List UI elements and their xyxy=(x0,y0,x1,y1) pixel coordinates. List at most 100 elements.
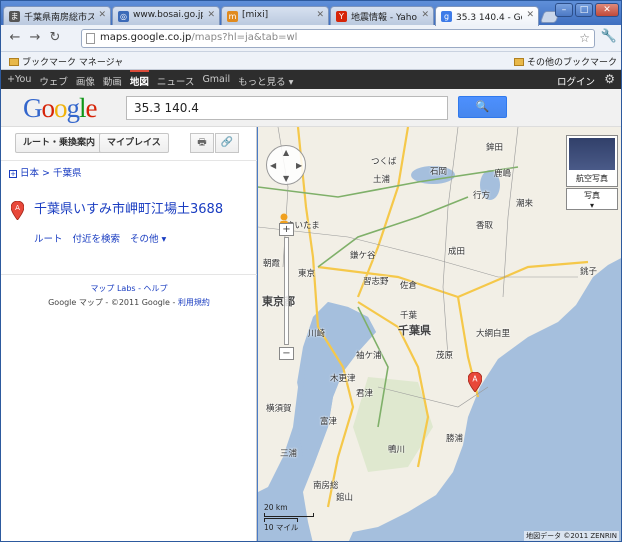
print-icon[interactable]: 🖶 xyxy=(190,133,214,153)
myplaces-button[interactable]: マイプレイス xyxy=(99,133,169,153)
tab-favicon: ま xyxy=(9,11,20,22)
map-label: 銚子 xyxy=(580,267,598,277)
login-link[interactable]: ログイン xyxy=(557,74,595,88)
link-icon[interactable]: 🔗 xyxy=(215,133,239,153)
breadcrumb-chiba[interactable]: 千葉県 xyxy=(53,168,82,179)
gbar-link-3[interactable]: 動画 xyxy=(103,74,122,88)
map-label: 川崎 xyxy=(308,329,326,339)
footer-links[interactable]: マップ Labs - ヘルプ xyxy=(1,283,257,294)
search-input[interactable]: 35.3 140.4 xyxy=(126,96,448,120)
back-arrow-icon[interactable]: ← xyxy=(7,30,23,46)
pan-left-icon[interactable]: ◀ xyxy=(270,161,276,170)
bookmark-manager-label: ブックマーク マネージャ xyxy=(22,58,124,68)
tab-favicon: Y xyxy=(336,11,347,22)
scale-km: 20 km xyxy=(264,503,288,512)
map-label: 館山 xyxy=(336,493,354,503)
forward-arrow-icon[interactable]: → xyxy=(27,30,43,46)
pan-control[interactable]: ▲ ◀ ▶ ▼ xyxy=(266,145,306,185)
tab-label: www.bosai.go.jp/press xyxy=(133,10,203,20)
url-host: maps.google.co.jp xyxy=(100,32,192,43)
close-icon[interactable]: ✕ xyxy=(207,10,215,20)
photo-button[interactable]: 写真 ▾ xyxy=(566,188,618,210)
map-label: 土浦 xyxy=(373,175,391,185)
map-label: 朝霞 xyxy=(263,259,281,269)
search-nearby-link[interactable]: 付近を検索 xyxy=(73,231,121,245)
gbar-link-4[interactable]: 地図 xyxy=(129,70,149,88)
address-bar[interactable]: maps.google.co.jp/maps?hl=ja&tab=wl ☆ xyxy=(81,29,595,48)
browser-window: ま 千葉県南房総市スレ ✕ ◎ www.bosai.go.jp/press ✕ … xyxy=(0,0,622,542)
expand-icon[interactable]: + xyxy=(9,170,17,178)
gbar-link-1[interactable]: ウェブ xyxy=(39,74,68,88)
close-icon[interactable]: ✕ xyxy=(316,10,324,20)
folder-icon xyxy=(513,58,524,66)
reload-icon[interactable]: ↻ xyxy=(47,30,63,46)
more-link[interactable]: その他 ▾ xyxy=(130,231,166,245)
bookmark-star-icon[interactable]: ☆ xyxy=(579,31,590,45)
tab-0[interactable]: ま 千葉県南房総市スレ ✕ xyxy=(3,6,111,26)
gbar-link-7[interactable]: もっと見る ▾ xyxy=(238,74,293,88)
close-icon[interactable]: ✕ xyxy=(98,10,106,20)
pan-up-icon[interactable]: ▲ xyxy=(283,148,289,157)
other-bookmarks-link[interactable]: その他のブックマーク xyxy=(513,55,617,68)
map-marker-icon[interactable]: A xyxy=(468,372,482,392)
gbar-link-0[interactable]: +You xyxy=(7,74,31,88)
browser-toolbar: ← → ↻ maps.google.co.jp/maps?hl=ja&tab=w… xyxy=(1,25,621,52)
gear-icon[interactable]: ⚙ xyxy=(604,72,615,86)
tab-active[interactable]: g 35.3 140.4 - Google マ ✕ xyxy=(435,6,539,26)
close-icon[interactable]: ✕ xyxy=(421,10,429,20)
aerial-button[interactable]: 航空写真 xyxy=(566,135,618,187)
result-actions: ルート 付近を検索 その他 ▾ xyxy=(34,231,166,245)
aerial-thumbnail xyxy=(569,138,615,170)
bookmark-manager-link[interactable]: ブックマーク マネージャ xyxy=(9,55,123,68)
tab-favicon: g xyxy=(441,11,452,22)
maximize-button[interactable]: □ xyxy=(575,3,593,17)
map-label: 大網白里 xyxy=(476,329,511,339)
map-label: 香取 xyxy=(476,221,494,231)
search-icon: 🔍 xyxy=(475,100,490,113)
close-window-button[interactable]: ✕ xyxy=(595,3,619,17)
folder-icon xyxy=(9,58,19,66)
zoom-slider[interactable] xyxy=(284,237,289,345)
map-canvas[interactable]: つくば 鉾田 土浦 石岡 鹿嶋 行方 香取 潮来 さいたま 朝霞 成田 鎌ケ谷 銚子 東京 佐倉 習志野 東京都… xyxy=(258,127,621,541)
breadcrumb: + 日本 > 千葉県 xyxy=(9,165,82,179)
tab-label: 地震情報 - Yahoo!天 xyxy=(351,13,417,23)
zoom-out-button[interactable]: − xyxy=(279,347,294,360)
google-logo[interactable]: Google xyxy=(23,93,97,124)
route-link[interactable]: ルート xyxy=(34,231,63,245)
zoom-in-button[interactable]: + xyxy=(279,223,294,236)
map-label: 袖ケ浦 xyxy=(356,351,382,361)
gbar-link-6[interactable]: Gmail xyxy=(202,74,230,88)
tab-2[interactable]: m [mixi] ✕ xyxy=(221,6,329,26)
breadcrumb-japan[interactable]: 日本 xyxy=(20,168,39,179)
route-button[interactable]: ルート・乗換案内 xyxy=(15,133,104,153)
divider xyxy=(1,274,257,275)
minimize-button[interactable]: – xyxy=(555,3,573,17)
search-button[interactable]: 🔍 xyxy=(458,96,507,118)
map-label: 鹿嶋 xyxy=(494,169,512,179)
pan-right-icon[interactable]: ▶ xyxy=(296,161,302,170)
map-label: 石岡 xyxy=(430,167,448,177)
terms-link[interactable]: 利用規約 xyxy=(178,298,210,307)
other-bookmarks-label: その他のブックマーク xyxy=(526,58,617,68)
tab-3[interactable]: Y 地震情報 - Yahoo!天 ✕ xyxy=(330,6,434,26)
map-label: 鎌ケ谷 xyxy=(350,251,376,261)
photo-label: 写真 xyxy=(584,191,600,200)
google-bar: +You ウェブ 画像 動画 地図 ニュース Gmail もっと見る ▾ ログイン ⚙ xyxy=(1,70,621,89)
map-label: 潮来 xyxy=(516,199,534,209)
map-label: つくば xyxy=(371,157,397,167)
gbar-link-5[interactable]: ニュース xyxy=(157,74,195,88)
tab-strip: ま 千葉県南房総市スレ ✕ ◎ www.bosai.go.jp/press ✕ … xyxy=(1,1,621,26)
wrench-icon[interactable]: 🔧 xyxy=(601,29,617,44)
pin-letter: A xyxy=(15,204,20,212)
gbar-link-2[interactable]: 画像 xyxy=(76,74,95,88)
map-copyright: 地図データ ©2011 ZENRIN xyxy=(524,531,619,541)
tab-1[interactable]: ◎ www.bosai.go.jp/press ✕ xyxy=(112,6,220,26)
map-label: 鉾田 xyxy=(486,143,504,153)
scale-bar: 20 km 10 マイル xyxy=(264,503,314,533)
divider xyxy=(1,160,257,161)
tab-favicon: ◎ xyxy=(118,11,129,22)
close-icon[interactable]: ✕ xyxy=(526,10,534,20)
result-address[interactable]: 千葉県いすみ市岬町江場土3688 xyxy=(34,198,223,217)
pan-down-icon[interactable]: ▼ xyxy=(283,174,289,183)
map-label: 千葉 xyxy=(400,311,418,321)
